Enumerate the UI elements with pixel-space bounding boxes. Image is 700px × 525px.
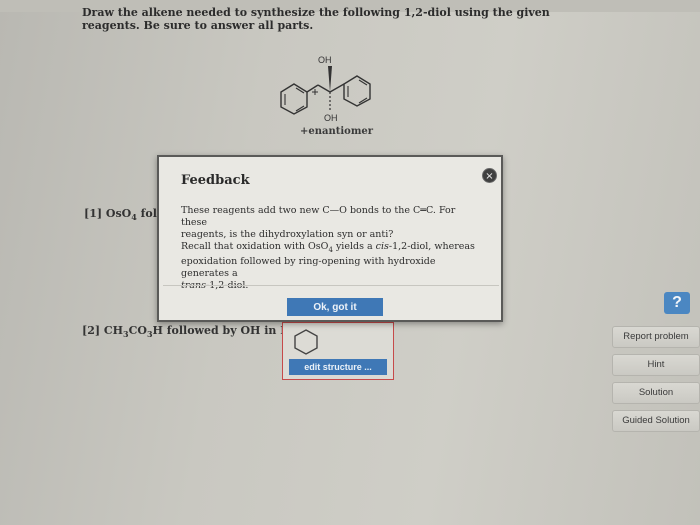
ok-got-it-button[interactable]: Ok, got it [287,298,383,316]
feedback-modal: Feedback × These reagents add two new C—… [157,155,503,322]
close-icon[interactable]: × [482,168,497,183]
hint-button[interactable]: Hint [612,354,700,376]
modal-divider [163,285,499,286]
part2-reagent-label: [2] CH3CO3H followed by OH in H2O: [82,324,310,340]
oh-top-label: OH [318,55,332,65]
feedback-line: These reagents add two new C—O bonds to … [181,205,456,228]
diol-structure: OH OH [280,55,371,123]
answer-drawing-box[interactable]: edit structure ... [282,322,394,380]
report-problem-button[interactable]: Report problem [612,326,700,348]
enantiomer-caption: +enantiomer [300,126,374,137]
solution-button[interactable]: Solution [612,382,700,404]
feedback-line: reagents, is the dihydroxylation syn or … [181,229,394,240]
feedback-text: These reagents add two new C—O bonds to … [181,205,481,292]
question-text: Draw the alkene needed to synthesize the… [82,6,550,32]
edit-structure-button[interactable]: edit structure ... [289,359,387,375]
feedback-line: Recall that oxidation with OsO4 yields a… [181,241,475,254]
cyclohexane-drawing [294,329,318,355]
oh-bottom-label: OH [324,113,338,123]
help-icon[interactable]: ? [664,292,690,314]
modal-title: Feedback [181,173,250,188]
feedback-line: epoxidation followed by ring-opening wit… [181,255,436,279]
guided-solution-button[interactable]: Guided Solution [612,410,700,432]
